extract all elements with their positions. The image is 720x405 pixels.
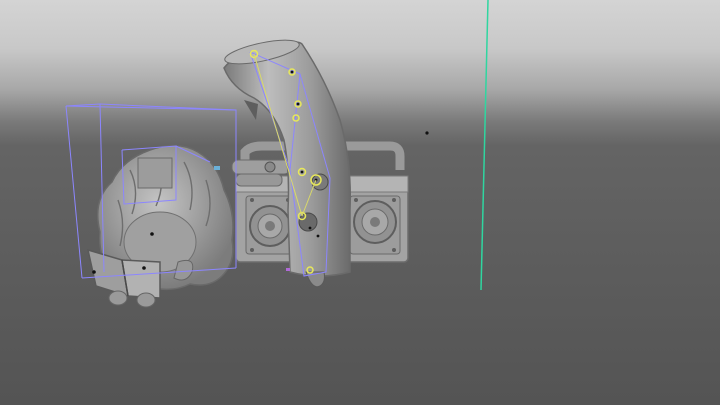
figure-dot-1 — [150, 232, 154, 236]
speaker-icon-right — [349, 195, 401, 255]
character-head-top — [137, 157, 173, 189]
viewport-canvas[interactable] — [0, 0, 720, 405]
3d-viewport[interactable] — [0, 0, 720, 405]
marker-tag-1 — [214, 166, 220, 170]
origin-point — [425, 131, 429, 135]
connector-part — [231, 159, 291, 187]
figure-dot-3 — [92, 270, 96, 274]
marker-tag-2 — [286, 268, 290, 271]
figure-dot-2 — [142, 266, 146, 270]
speaker-icon-left — [245, 195, 295, 255]
